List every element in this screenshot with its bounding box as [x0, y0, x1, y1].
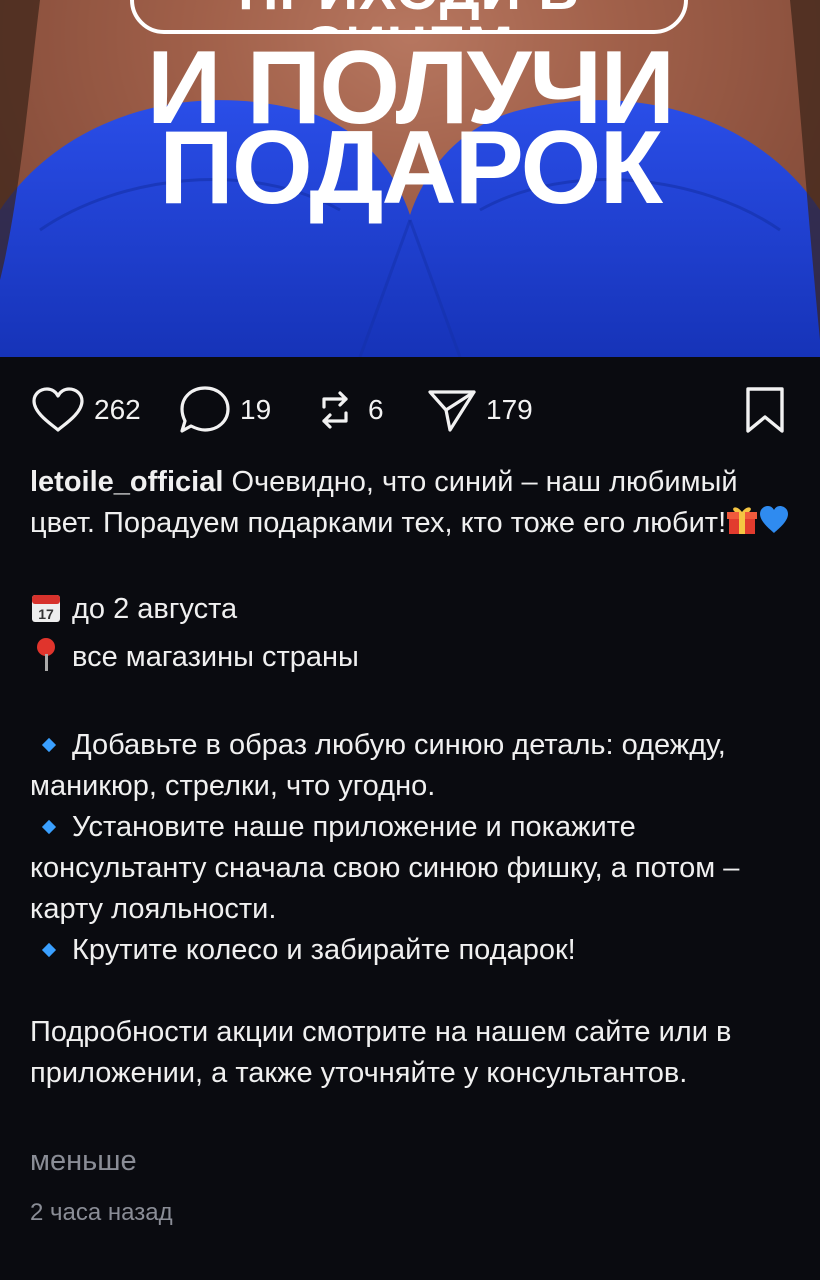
place-text: все магазины страны: [72, 641, 359, 673]
post-image[interactable]: ПРИХОДИ В СИНЕМ И ПОЛУЧИ ПОДАРОК: [0, 0, 820, 357]
repost-arrows-icon: [322, 391, 348, 429]
comment-count: 19: [240, 394, 272, 425]
blue-heart-emoji: [758, 504, 790, 548]
date-line: 17 до 2 августа: [30, 589, 800, 636]
headline-line-2: ПОДАРОК: [159, 110, 663, 226]
bullet-item-1: Добавьте в образ любую синюю деталь: оде…: [30, 725, 800, 807]
show-less-link[interactable]: меньше: [30, 1145, 137, 1178]
post-caption: letoile_official Очевидно, что синий – н…: [30, 462, 800, 1094]
date-text: до 2 августа: [72, 593, 238, 625]
post-timestamp: 2 часа назад: [30, 1199, 173, 1226]
repost-count: 6: [368, 394, 384, 425]
blue-diamond-emoji: [41, 819, 57, 835]
comment-button[interactable]: 19: [178, 380, 271, 440]
blue-diamond-emoji: [41, 737, 57, 753]
promo-pill-label: ПРИХОДИ В СИНЕМ: [130, 0, 688, 34]
bullet-1-text: Добавьте в образ любую синюю деталь: оде…: [30, 729, 726, 802]
repost-button[interactable]: 6: [310, 380, 384, 440]
like-count: 262: [94, 394, 141, 425]
share-count: 179: [486, 394, 533, 425]
pin-emoji: [30, 636, 62, 684]
username-link[interactable]: letoile_official: [30, 466, 223, 498]
svg-text:17: 17: [38, 606, 54, 622]
bullet-item-2: Установите наше приложение и покажите ко…: [30, 807, 800, 930]
caption-outro: Подробности акции смотрите на нашем сайт…: [30, 1016, 732, 1089]
paper-plane-icon: [428, 390, 476, 432]
bullet-3-text: Крутите колесо и забирайте подарок!: [72, 934, 576, 966]
share-button[interactable]: 179: [426, 380, 533, 440]
caption-intro: letoile_official Очевидно, что синий – н…: [30, 462, 800, 548]
gift-emoji: [726, 504, 758, 548]
bookmark-icon: [746, 387, 784, 433]
speech-bubble-icon: [180, 386, 230, 433]
heart-outline-icon: [32, 387, 84, 432]
like-button[interactable]: 262: [30, 380, 141, 440]
bullet-item-3: Крутите колесо и забирайте подарок!: [30, 930, 800, 971]
blue-diamond-emoji: [41, 942, 57, 958]
calendar-emoji: 17: [30, 592, 62, 636]
save-button[interactable]: [742, 380, 788, 440]
promo-pill-text: ПРИХОДИ В СИНЕМ: [134, 0, 684, 30]
post-action-bar: 262 19 6 179: [30, 380, 790, 440]
place-line: все магазины страны: [30, 636, 800, 684]
bullet-2-text: Установите наше приложение и покажите ко…: [30, 811, 740, 925]
